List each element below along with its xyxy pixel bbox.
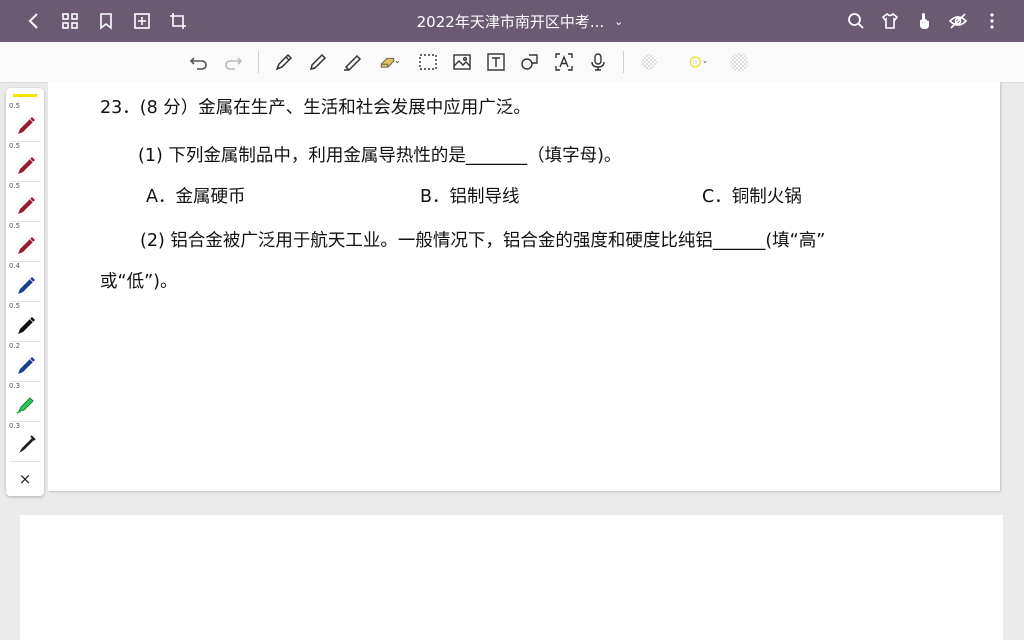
pen-size-label: 0.2 [9,342,21,350]
pen-size-label: 0.4 [9,262,21,270]
text-box-icon[interactable] [483,49,509,75]
undo-icon[interactable] [186,49,212,75]
pen-icon [18,277,35,294]
transparent-fill-icon[interactable] [636,49,662,75]
theme-shirt-icon[interactable] [878,9,902,33]
title-bar: 2022年天津市南开区中考... ⌄ [0,0,1024,42]
pen-preset-6[interactable]: 0.5 [6,302,44,342]
pen-icon [16,397,34,414]
pen-preset-4[interactable]: 0.5 [6,222,44,262]
question-part-2-continued: 或“低”)。 [100,272,178,292]
option-b: B．铝制导线 [420,187,520,207]
pen-size-label: 0.5 [9,142,21,150]
pencil-tool-icon[interactable] [305,49,331,75]
toolbar-divider [258,51,259,73]
search-icon[interactable] [844,9,868,33]
pen-preset-8[interactable]: 0.3 [6,382,44,422]
pen-preset-5[interactable]: 0.4 [6,262,44,302]
pen-preset-2[interactable]: 0.5 [6,142,44,182]
pen-icon [18,117,35,134]
drawing-toolbar [0,42,1024,83]
document-title[interactable]: 2022年天津市南开区中考... ⌄ [330,0,710,42]
eraser-tool-icon[interactable] [373,49,407,75]
pen-size-label: 0.5 [9,182,21,190]
pen-preset-7[interactable]: 0.2 [6,342,44,382]
crop-icon[interactable] [166,9,190,33]
question-part-1: (1) 下列金属制品中，利用金属导热性的是_______（填字母)。 [138,146,622,166]
toolbar-divider [623,51,624,73]
highlighter-tool-icon[interactable] [339,49,365,75]
option-c: C．铜制火锅 [702,187,802,207]
pen-tool-icon[interactable] [271,49,297,75]
pen-size-label: 0.5 [9,102,21,110]
question-stem: 23．(8 分）金属在生产、生活和社会发展中应用广泛。 [100,98,531,118]
document-page[interactable]: 23．(8 分）金属在生产、生活和社会发展中应用广泛。 (1) 下列金属制品中，… [48,82,1000,491]
pen-icon [18,317,35,334]
pen-icon [18,357,35,374]
next-document-page[interactable] [20,515,1003,640]
pen-preset-9[interactable]: 0.3 [6,422,44,462]
document-title-text: 2022年天津市南开区中考... [416,12,605,31]
back-icon[interactable] [22,9,46,33]
pen-divider [10,461,40,462]
pen-icon [18,197,35,214]
lasso-select-icon[interactable] [415,49,441,75]
ocr-text-icon[interactable] [551,49,577,75]
touch-hand-icon[interactable] [912,9,936,33]
pen-icon [18,157,35,174]
redo-icon[interactable] [220,49,246,75]
pen-preset-1[interactable]: 0.5 [6,102,44,142]
pen-size-label: 0.5 [9,302,21,310]
pen-size-label: 0.5 [9,222,21,230]
chevron-down-icon[interactable]: ⌄ [614,15,623,28]
pen-palette: 0.5 0.5 0.5 0.5 0.4 0.5 0.2 0.3 0.3 × [6,88,44,496]
pen-size-label: 0.3 [9,422,21,430]
close-palette-icon[interactable]: × [6,468,44,490]
checker-color-icon[interactable] [726,49,752,75]
add-page-icon[interactable] [130,9,154,33]
option-a: A．金属硬币 [146,187,246,207]
more-vertical-icon[interactable] [980,9,1004,33]
highlighter-swatch[interactable] [13,94,37,97]
grid-view-icon[interactable] [58,9,82,33]
hide-eye-icon[interactable] [946,9,970,33]
pen-size-label: 0.3 [9,382,21,390]
highlight-color-icon[interactable] [680,49,718,75]
pen-icon [19,435,36,453]
shape-tool-icon[interactable] [517,49,543,75]
pen-icon [18,237,35,254]
image-insert-icon[interactable] [449,49,475,75]
pen-preset-3[interactable]: 0.5 [6,182,44,222]
bookmark-icon[interactable] [94,9,118,33]
question-part-2: (2) 铝合金被广泛用于航天工业。一般情况下，铝合金的强度和硬度比纯铝_____… [140,231,826,251]
microphone-icon[interactable] [585,49,611,75]
